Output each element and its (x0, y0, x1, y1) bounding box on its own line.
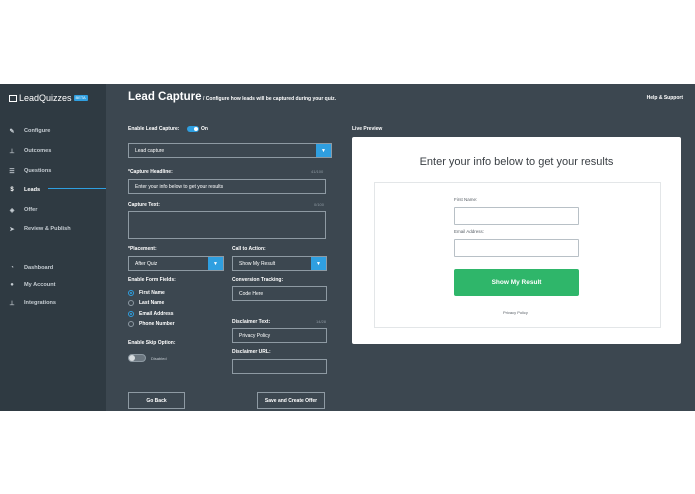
header: Lead Capture / Configure how leads will … (106, 84, 695, 111)
preview-show-result-button[interactable]: Show My Result (454, 269, 579, 296)
gauge-icon: ◔ (10, 265, 14, 271)
capture-headline-input[interactable]: Enter your info below to get your result… (128, 179, 326, 194)
page-title: Lead Capture (128, 91, 202, 103)
list-icon: ☰ (9, 168, 15, 175)
sidebar-item-label: Offer (24, 207, 38, 213)
preview-privacy-link[interactable]: Privacy Policy (503, 310, 528, 315)
user-icon: ● (10, 282, 14, 288)
sidebar-item-dashboard[interactable]: ◔ Dashboard (0, 261, 106, 275)
capture-type-select[interactable]: Lead capture ▼ (128, 143, 332, 158)
preview-email-label: Email Address: (454, 229, 485, 234)
form-field-option-phone-number[interactable]: Phone Number (128, 321, 175, 327)
preview-form-card: First Name: Email Address: Show My Resul… (374, 182, 661, 328)
sidebar-item-label: Leads (24, 187, 41, 193)
enable-state-text: On (201, 126, 208, 132)
help-support-link[interactable]: Help & Support (647, 95, 683, 101)
sidebar-item-review-publish[interactable]: ➤ Review & Publish (0, 222, 106, 236)
send-icon: ➤ (9, 226, 15, 233)
disclaimer-text-label: Disclaimer Text: (232, 319, 271, 325)
disclaimer-url-label: Disclaimer URL: (232, 349, 271, 355)
app-window: LeadQuizzes BETA ✎ Configure ⊥ Outcomes ☰ Que… (0, 84, 695, 411)
capture-headline-value: Enter your info below to get your result… (135, 183, 224, 190)
preview-email-input[interactable] (454, 239, 579, 257)
active-nav-indicator (48, 188, 106, 189)
call-to-action-select[interactable]: Show My Result ▼ (232, 256, 327, 271)
live-preview-label: Live Preview (352, 126, 383, 132)
capture-headline-label: *Capture Headline: (128, 169, 173, 175)
skip-option-label: Enable Skip Option: (128, 340, 176, 346)
form-fields-label: Enable Form Fields: (128, 277, 176, 283)
form-field-option-label: Phone Number (139, 321, 175, 327)
call-to-action-value: Show My Result (239, 260, 276, 267)
placement-select[interactable]: After Quiz ▼ (128, 256, 224, 271)
sidebar-item-outcomes[interactable]: ⊥ Outcomes (0, 144, 106, 158)
text-char-count: 0/100 (314, 202, 325, 207)
beta-badge: BETA (73, 95, 88, 101)
lead-capture-form: Enable Lead Capture: On Lead capture ▼ *… (106, 111, 346, 411)
placement-label: *Placement: (128, 246, 157, 252)
sidebar-item-label: Configure (24, 128, 51, 134)
funnel-icon: $ (10, 187, 14, 193)
logo-icon (9, 94, 17, 102)
placement-value: After Quiz (135, 260, 158, 267)
sidebar-item-label: Review & Publish (24, 226, 71, 232)
disclaimer-char-count: 14/28 (316, 319, 327, 324)
tag-icon: ◈ (9, 207, 15, 214)
sidebar-item-label: Outcomes (24, 148, 52, 154)
logo[interactable]: LeadQuizzes BETA (9, 92, 88, 104)
chevron-down-icon: ▼ (311, 257, 326, 270)
sidebar-item-label: My Account (24, 282, 56, 288)
form-field-option-label: Email Address (139, 311, 174, 317)
sidebar-item-questions[interactable]: ☰ Questions (0, 164, 106, 178)
disclaimer-text-value: Privacy Policy (239, 332, 271, 339)
call-to-action-label: Call to Action: (232, 246, 266, 252)
save-create-offer-button[interactable]: Save and Create Offer (257, 392, 325, 409)
sidebar-item-my-account[interactable]: ● My Account (0, 278, 106, 292)
capture-type-value: Lead capture (135, 147, 165, 154)
sidebar-item-leads[interactable]: $ Leads (0, 183, 106, 197)
form-field-option-first-name[interactable]: First Name (128, 290, 165, 296)
preview-headline: Enter your info below to get your result… (419, 156, 614, 168)
disclaimer-url-input[interactable] (232, 359, 327, 374)
sidebar-item-configure[interactable]: ✎ Configure (0, 124, 106, 138)
form-field-option-email-address[interactable]: Email Address (128, 311, 174, 317)
form-field-option-last-name[interactable]: Last Name (128, 300, 164, 306)
tree-icon: ⊥ (9, 148, 15, 155)
disclaimer-text-input[interactable]: Privacy Policy (232, 328, 327, 343)
conversion-tracking-value: Code Here (239, 290, 264, 297)
conversion-tracking-input[interactable]: Code Here (232, 286, 327, 301)
enable-lead-capture-toggle[interactable] (187, 126, 199, 132)
headline-char-count: 41/100 (311, 169, 324, 174)
skip-state-text: Disabled (151, 356, 167, 361)
chevron-down-icon: ▼ (316, 144, 331, 157)
enable-lead-capture-label: Enable Lead Capture: (128, 126, 180, 132)
sidebar-item-offer[interactable]: ◈ Offer (0, 203, 106, 217)
capture-text-label: Capture Text: (128, 202, 160, 208)
radio-button[interactable] (128, 290, 134, 296)
conversion-tracking-label: Conversion Tracking: (232, 277, 284, 283)
sidebar-item-label: Integrations (24, 300, 57, 306)
pencil-icon: ✎ (9, 128, 15, 135)
preview-first-name-label: First Name: (454, 197, 478, 202)
skip-option-toggle[interactable] (128, 354, 146, 362)
sidebar-item-label: Questions (24, 168, 52, 174)
chevron-down-icon: ▼ (208, 257, 223, 270)
preview-first-name-input[interactable] (454, 207, 579, 225)
tree-icon: ⊥ (9, 300, 15, 307)
go-back-button[interactable]: Go Back (128, 392, 185, 409)
page-subtitle: / Configure how leads will be captured d… (203, 96, 337, 102)
sidebar: LeadQuizzes BETA ✎ Configure ⊥ Outcomes ☰ Que… (0, 84, 106, 411)
radio-button[interactable] (128, 321, 134, 327)
live-preview-panel: Enter your info below to get your result… (352, 137, 681, 344)
toggle-knob (129, 355, 135, 361)
radio-button[interactable] (128, 300, 134, 306)
capture-text-textarea[interactable] (128, 211, 326, 239)
toggle-knob (194, 127, 198, 131)
sidebar-item-label: Dashboard (24, 265, 54, 271)
sidebar-item-integrations[interactable]: ⊥ Integrations (0, 296, 106, 310)
radio-button[interactable] (128, 311, 134, 317)
form-field-option-label: First Name (139, 290, 165, 296)
logo-text: LeadQuizzes (19, 93, 72, 103)
form-field-option-label: Last Name (139, 300, 165, 306)
